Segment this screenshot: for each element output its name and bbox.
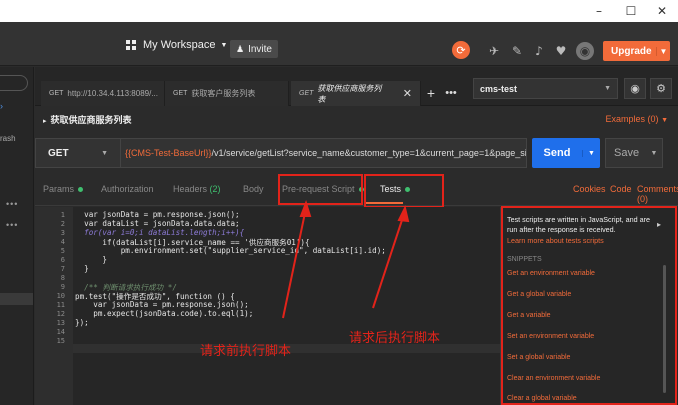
arrow-head (299, 199, 312, 217)
annotation-after: 请求后执行脚本 (349, 331, 441, 346)
annotation-before: 请求前执行脚本 (200, 344, 292, 359)
arrow-to-tests (372, 213, 405, 309)
arrow-to-prerequest (282, 207, 307, 319)
annotation-arrows (282, 199, 410, 319)
arrow-head (397, 205, 410, 223)
